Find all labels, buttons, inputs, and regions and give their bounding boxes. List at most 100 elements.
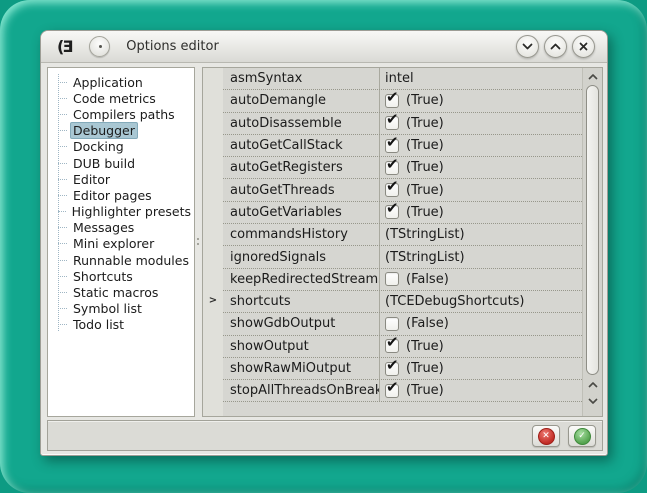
tree-branch-stub [58,82,67,83]
sidebar-item-mini-explorer[interactable]: Mini explorer [48,236,194,252]
property-row-autoGetRegisters[interactable]: autoGetRegisters✔(True) [223,157,582,179]
expand-row-icon[interactable]: > [203,295,223,306]
checkbox-checked-icon[interactable]: ✔ [385,94,399,108]
property-row-showGdbOutput[interactable]: showGdbOutput(False) [223,313,582,335]
property-value[interactable]: ✔(True) [379,113,582,134]
property-key: showGdbOutput [223,316,379,331]
property-value[interactable]: ✔(True) [379,135,582,156]
scroll-up-icon[interactable] [583,70,602,84]
window-controls [516,35,599,58]
options-editor-window: (Ǝ Options editor [40,30,608,456]
sidebar-item-todo-list[interactable]: Todo list [48,317,194,333]
sidebar-item-editor[interactable]: Editor [48,171,194,187]
property-value[interactable]: ✔(True) [379,358,582,379]
tree-branch-stub [58,179,67,180]
property-value-text: (TStringList) [385,227,465,242]
property-value-text: (TStringList) [385,250,465,265]
property-row-stopAllThreadsOnBreak[interactable]: stopAllThreadsOnBreak✔(True) [223,380,582,402]
sidebar-item-docking[interactable]: Docking [48,139,194,155]
close-button[interactable] [572,35,595,58]
sidebar-item-editor-pages[interactable]: Editor pages [48,187,194,203]
property-row-ignoredSignals[interactable]: ignoredSignals(TStringList) [223,246,582,268]
checkbox-checked-icon[interactable]: ✔ [385,139,399,153]
property-value[interactable]: (False) [379,313,582,334]
category-list: ApplicationCode metricsCompilers pathsDe… [48,74,194,333]
property-value[interactable]: (TCEDebugShortcuts) [379,291,582,312]
sidebar-item-static-macros[interactable]: Static macros [48,284,194,300]
property-value[interactable]: ✔(True) [379,157,582,178]
sidebar-item-runnable-modules[interactable]: Runnable modules [48,252,194,268]
property-value[interactable]: intel [379,68,582,89]
property-key: shortcuts [223,294,379,309]
category-tree: ApplicationCode metricsCompilers pathsDe… [47,67,195,417]
property-row-keepRedirectedStreams[interactable]: keepRedirectedStreams(False) [223,269,582,291]
property-value[interactable]: ✔(True) [379,336,582,357]
property-value[interactable]: (TStringList) [379,246,582,267]
checkbox-checked-icon[interactable]: ✔ [385,205,399,219]
tree-branch-stub [58,130,67,131]
checkbox-checked-icon[interactable]: ✔ [385,384,399,398]
sidebar-item-debugger[interactable]: Debugger [48,123,194,139]
sidebar-item-application[interactable]: Application [48,74,194,90]
scrollbar-thumb[interactable] [586,85,599,375]
tree-branch-stub [58,98,67,99]
property-value-text: (True) [406,383,444,398]
property-key: showRawMiOutput [223,361,379,376]
scroll-down-icon[interactable] [583,394,602,408]
property-value[interactable]: ✔ (True) [379,90,582,111]
sidebar-item-messages[interactable]: Messages [48,220,194,236]
vertical-scrollbar[interactable] [582,68,602,416]
titlebar[interactable]: (Ǝ Options editor [41,31,607,63]
checkbox-checked-icon[interactable]: ✔ [385,362,399,376]
minimize-button[interactable] [516,35,539,58]
property-row-autoGetThreads[interactable]: autoGetThreads✔(True) [223,179,582,201]
property-row-autoGetCallStack[interactable]: autoGetCallStack✔(True) [223,135,582,157]
property-row-showOutput[interactable]: showOutput✔(True) [223,336,582,358]
sidebar-item-symbol-list[interactable]: Symbol list [48,301,194,317]
accept-button[interactable]: ✓ [568,425,596,447]
property-value-text: (True) [406,183,444,198]
property-row-asmSyntax[interactable]: asmSyntaxintel [223,68,582,90]
property-value[interactable]: (TStringList) [379,224,582,245]
property-value[interactable]: ✔ (True) [379,202,582,223]
sidebar-item-shortcuts[interactable]: Shortcuts [48,268,194,284]
checkbox-checked-icon[interactable]: ✔ [385,116,399,130]
property-key: autoGetVariables [223,205,379,220]
checkbox-checked-icon[interactable]: ✔ [385,183,399,197]
property-value-text: (True) [406,93,444,108]
checkbox-unchecked-icon[interactable] [385,272,399,286]
tree-branch-stub [58,308,67,309]
sidebar-item-compilers-paths[interactable]: Compilers paths [48,106,194,122]
property-row-autoDemangle[interactable]: autoDemangle✔(True) [223,90,582,112]
scroll-up-icon-bottom[interactable] [583,378,602,392]
property-value[interactable]: ✔ (True) [379,179,582,200]
tree-branch-stub [58,324,67,325]
property-row-autoGetVariables[interactable]: autoGetVariables ✔ (True) [223,202,582,224]
property-row-showRawMiOutput[interactable]: showRawMiOutput✔(True) [223,358,582,380]
property-row-autoDisassemble[interactable]: autoDisassemble✔(True) [223,113,582,135]
property-row-shortcuts[interactable]: shortcuts (TCEDebugShortcuts) [223,291,582,313]
sidebar-item-highlighter-presets[interactable]: Highlighter presets [48,204,194,220]
check-mark-icon: ✔ [386,199,399,217]
property-value-text: (True) [406,205,444,220]
sidebar-item-label: Debugger [70,122,138,139]
checkbox-checked-icon[interactable]: ✔ [385,161,399,175]
panel-splitter[interactable] [195,67,202,417]
chevron-up-icon [550,43,561,50]
check-mark-icon: ✔ [386,110,399,128]
checkbox-unchecked-icon[interactable] [385,317,399,331]
sidebar-item-dub-build[interactable]: DUB build [48,155,194,171]
checkbox-checked-icon[interactable]: ✔ [385,339,399,353]
property-value[interactable]: ✔ (True) [379,380,582,401]
property-value-text: (TCEDebugShortcuts) [385,294,525,309]
tree-branch-stub [58,146,67,147]
sidebar-item-code-metrics[interactable]: Code metrics [48,90,194,106]
property-value[interactable]: (False) [379,269,582,290]
maximize-button[interactable] [544,35,567,58]
property-value-text: (False) [406,272,449,287]
sidebar-item-label: DUB build [70,156,138,171]
cancel-button[interactable]: ✕ [532,425,560,447]
property-row-commandsHistory[interactable]: commandsHistory(TStringList) [223,224,582,246]
tree-branch-stub [58,211,66,212]
window-menu-button[interactable] [89,36,110,57]
